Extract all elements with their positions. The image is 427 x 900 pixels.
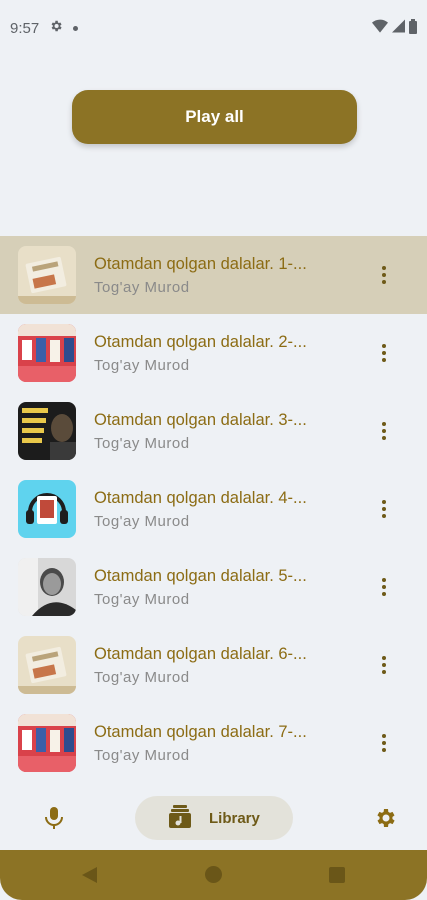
track-title: Otamdan qolgan dalalar. 2-... (94, 333, 307, 351)
track-thumbnail (18, 480, 76, 538)
library-tab[interactable]: Library (135, 796, 293, 840)
track-row-7[interactable]: Otamdan qolgan dalalar. 7-... Tog'ay Mur… (0, 704, 427, 782)
status-time: 9:57 (10, 19, 40, 37)
more-vert-icon[interactable] (376, 653, 392, 677)
track-list: Otamdan qolgan dalalar. 1-... Tog'ay Mur… (0, 236, 427, 782)
more-vert-icon[interactable] (376, 263, 392, 287)
signal-icon (392, 19, 405, 37)
library-music-icon (169, 804, 191, 833)
track-artist: Tog'ay Murod (94, 435, 190, 452)
track-thumbnail (18, 558, 76, 616)
track-thumbnail (18, 402, 76, 460)
track-artist: Tog'ay Murod (94, 747, 190, 764)
recent-apps-icon[interactable] (329, 867, 345, 883)
more-vert-icon[interactable] (376, 341, 392, 365)
track-artist: Tog'ay Murod (94, 357, 190, 374)
track-thumbnail (18, 636, 76, 694)
notification-dot-icon (73, 25, 79, 31)
battery-icon (409, 18, 417, 38)
library-label: Library (209, 809, 260, 827)
status-bar: 9:57 (0, 0, 427, 56)
track-row-5[interactable]: Otamdan qolgan dalalar. 5-... Tog'ay Mur… (0, 548, 427, 626)
gear-icon[interactable] (373, 806, 397, 835)
more-vert-icon[interactable] (376, 731, 392, 755)
track-thumbnail (18, 246, 76, 304)
more-vert-icon[interactable] (376, 419, 392, 443)
track-title: Otamdan qolgan dalalar. 6-... (94, 645, 307, 663)
mic-icon[interactable] (43, 806, 65, 835)
track-row-2[interactable]: Otamdan qolgan dalalar. 2-... Tog'ay Mur… (0, 314, 427, 392)
system-navigation-bar (0, 850, 427, 900)
bottom-navigation: Library (0, 786, 427, 850)
track-thumbnail (18, 714, 76, 772)
track-title: Otamdan qolgan dalalar. 7-... (94, 723, 307, 741)
track-artist: Tog'ay Murod (94, 669, 190, 686)
gear-icon (49, 19, 63, 37)
home-icon[interactable] (205, 866, 222, 883)
track-title: Otamdan qolgan dalalar. 5-... (94, 567, 307, 585)
track-artist: Tog'ay Murod (94, 591, 190, 608)
track-row-6[interactable]: Otamdan qolgan dalalar. 6-... Tog'ay Mur… (0, 626, 427, 704)
track-artist: Tog'ay Murod (94, 279, 190, 296)
wifi-icon (372, 19, 388, 37)
more-vert-icon[interactable] (376, 497, 392, 521)
play-all-button[interactable]: Play all (72, 90, 357, 144)
track-artist: Tog'ay Murod (94, 513, 190, 530)
track-row-3[interactable]: Otamdan qolgan dalalar. 3-... Tog'ay Mur… (0, 392, 427, 470)
track-thumbnail (18, 324, 76, 382)
track-row-1[interactable]: Otamdan qolgan dalalar. 1-... Tog'ay Mur… (0, 236, 427, 314)
track-title: Otamdan qolgan dalalar. 4-... (94, 489, 307, 507)
more-vert-icon[interactable] (376, 575, 392, 599)
back-icon[interactable] (82, 867, 97, 888)
track-title: Otamdan qolgan dalalar. 1-... (94, 255, 307, 273)
track-title: Otamdan qolgan dalalar. 3-... (94, 411, 307, 429)
track-row-4[interactable]: Otamdan qolgan dalalar. 4-... Tog'ay Mur… (0, 470, 427, 548)
